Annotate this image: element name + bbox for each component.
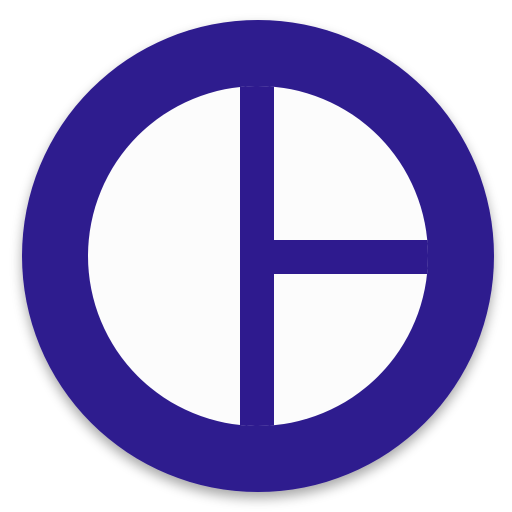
circle-split-logo-icon <box>22 20 494 492</box>
horizontal-divider <box>274 240 428 274</box>
vertical-divider <box>240 86 274 426</box>
app-icon-canvas <box>0 0 512 512</box>
